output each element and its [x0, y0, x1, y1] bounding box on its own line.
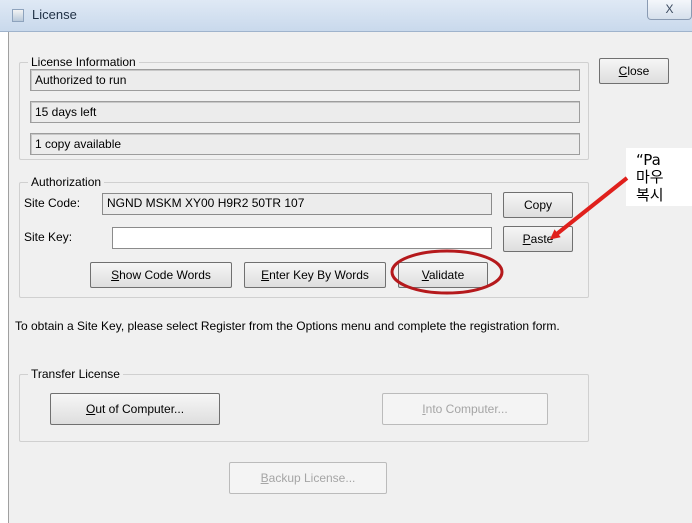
show-code-words-button[interactable]: Show Code Words — [90, 262, 232, 288]
title-bar: License X — [0, 0, 692, 32]
authorization-group: Authorization Site Code: NGND MSKM XY00 … — [19, 175, 589, 298]
annotation-callout: “Pa 마우 복시 — [626, 148, 692, 206]
site-key-instructions: To obtain a Site Key, please select Regi… — [15, 319, 560, 333]
close-button[interactable]: Close — [599, 58, 669, 84]
enter-key-by-words-mnemonic: E — [261, 268, 270, 282]
site-code-label: Site Code: — [24, 196, 81, 210]
license-information-group: License Information Authorized to run 15… — [19, 55, 589, 160]
into-computer-label: nto Computer... — [425, 402, 508, 416]
authorization-legend: Authorization — [28, 175, 105, 189]
close-icon: X — [665, 2, 674, 16]
out-of-computer-button[interactable]: Out of Computer... — [50, 393, 220, 425]
enter-key-by-words-label: nter Key By Words — [269, 268, 369, 282]
backup-license-mnemonic: B — [260, 471, 269, 485]
backup-license-label: ackup License... — [268, 471, 356, 485]
validate-label: alidate — [428, 268, 465, 282]
transfer-license-group: Transfer License Out of Computer... Into… — [19, 367, 589, 442]
site-key-input[interactable] — [112, 227, 492, 249]
show-code-words-mnemonic: S — [111, 268, 120, 282]
out-of-computer-mnemonic: O — [85, 402, 96, 416]
license-status-field: Authorized to run — [30, 69, 580, 91]
app-icon — [12, 9, 24, 22]
window-close-button[interactable]: X — [647, 0, 692, 20]
paste-button[interactable]: Paste — [503, 226, 573, 252]
annotation-line-3: 복시 — [636, 186, 664, 204]
license-dialog: License Information Authorized to run 15… — [8, 32, 692, 523]
site-code-field: NGND MSKM XY00 H9R2 50TR 107 — [102, 193, 492, 215]
site-key-label: Site Key: — [24, 230, 73, 244]
license-information-legend: License Information — [28, 55, 139, 69]
show-code-words-label: how Code Words — [119, 268, 211, 282]
days-left-field: 15 days left — [30, 101, 580, 123]
paste-button-label: aste — [530, 232, 554, 246]
window-title: License — [32, 7, 77, 22]
backup-license-button[interactable]: Backup License... — [229, 462, 387, 494]
enter-key-by-words-button[interactable]: Enter Key By Words — [244, 262, 386, 288]
annotation-line-2: 마우 — [636, 168, 664, 186]
transfer-license-legend: Transfer License — [28, 367, 123, 381]
close-button-label: lose — [627, 64, 650, 78]
into-computer-button[interactable]: Into Computer... — [382, 393, 548, 425]
paste-button-mnemonic: P — [522, 232, 531, 246]
validate-button[interactable]: Validate — [398, 262, 488, 288]
out-of-computer-label: ut of Computer... — [95, 402, 185, 416]
validate-mnemonic: V — [421, 268, 429, 282]
copies-available-field: 1 copy available — [30, 133, 580, 155]
copy-button[interactable]: Copy — [503, 192, 573, 218]
